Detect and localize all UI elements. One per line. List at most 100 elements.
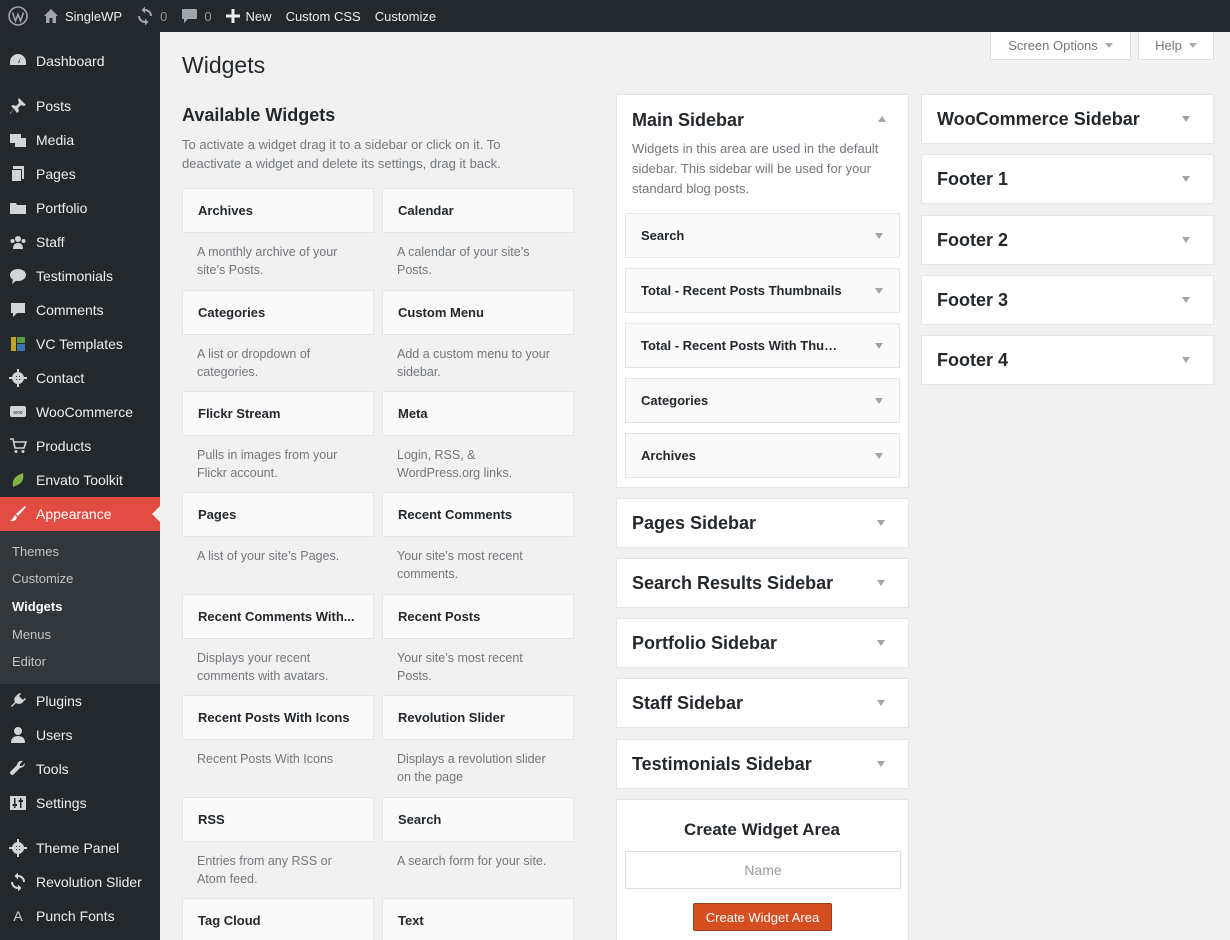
menu-item-products[interactable]: Products — [0, 429, 160, 463]
sidebar-woocommerce-sidebar[interactable]: WooCommerce Sidebar — [921, 94, 1214, 144]
menu-item-posts[interactable]: Posts — [0, 89, 160, 123]
widget-calendar[interactable]: Calendar A calendar of your site’s Posts. — [382, 188, 574, 279]
expand-arrow-icon[interactable] — [877, 700, 885, 706]
widget-flickr-stream[interactable]: Flickr Stream Pulls in images from your F… — [182, 391, 374, 482]
expand-arrow-icon[interactable] — [877, 761, 885, 767]
expand-arrow-icon[interactable] — [877, 580, 885, 586]
expand-arrow-icon[interactable] — [875, 288, 883, 294]
sidebar-staff-sidebar[interactable]: Staff Sidebar — [616, 678, 909, 728]
expand-arrow-icon[interactable] — [1182, 237, 1190, 243]
expand-arrow-icon[interactable] — [1182, 357, 1190, 363]
expand-arrow-icon[interactable] — [875, 398, 883, 404]
expand-arrow-icon[interactable] — [875, 233, 883, 239]
main-sidebar-title[interactable]: Main Sidebar — [632, 110, 744, 131]
submenu-item-menus[interactable]: Menus — [12, 627, 51, 642]
wordpress-logo-icon[interactable] — [0, 0, 36, 32]
menu-item-envato-toolkit[interactable]: Envato Toolkit — [0, 463, 160, 497]
sidebar-testimonials-sidebar[interactable]: Testimonials Sidebar — [616, 739, 909, 789]
widget-title[interactable]: Recent Comments — [382, 492, 574, 537]
help-button[interactable]: Help — [1138, 32, 1214, 60]
widget-search[interactable]: Search A search form for your site. — [382, 797, 574, 870]
sidebar-search-results-sidebar[interactable]: Search Results Sidebar — [616, 558, 909, 608]
widget-tag-cloud[interactable]: Tag Cloud — [182, 898, 374, 940]
menu-item-plugins[interactable]: Plugins — [0, 684, 160, 718]
widget-meta[interactable]: Meta Login, RSS, & WordPress.org links. — [382, 391, 574, 482]
menu-item-woocommerce[interactable]: woo WooCommerce — [0, 395, 160, 429]
widget-title[interactable]: Custom Menu — [382, 290, 574, 335]
menu-item-theme-panel[interactable]: Theme Panel — [0, 831, 160, 865]
sidebar-title[interactable]: Footer 1 — [937, 169, 1008, 190]
widget-recent-comments[interactable]: Recent Comments Your site’s most recent c… — [382, 492, 574, 583]
new-content-link[interactable]: New — [219, 0, 279, 32]
menu-item-vc-templates[interactable]: VC Templates — [0, 327, 160, 361]
widget-pages[interactable]: Pages A list of your site’s Pages. — [182, 492, 374, 565]
widget-recent-comments-with[interactable]: Recent Comments With... Displays your rec… — [182, 594, 374, 685]
widget-text[interactable]: Text — [382, 898, 574, 940]
widget-title[interactable]: Recent Posts — [382, 594, 574, 639]
expand-arrow-icon[interactable] — [875, 453, 883, 459]
comments-link[interactable]: 0 — [174, 0, 218, 32]
sidebar-title[interactable]: Staff Sidebar — [632, 693, 743, 714]
menu-item-revolution-slider[interactable]: Revolution Slider — [0, 865, 160, 899]
sidebar-footer-4[interactable]: Footer 4 — [921, 335, 1214, 385]
widget-title[interactable]: Recent Posts With Icons — [182, 695, 374, 740]
sidebar-title[interactable]: Pages Sidebar — [632, 513, 756, 534]
widget-custom-menu[interactable]: Custom Menu Add a custom menu to your sid… — [382, 290, 574, 381]
widget-title[interactable]: Archives — [182, 188, 374, 233]
sidebar-widget-total-recent-posts-with-thumbnails[interactable]: Total - Recent Posts With Thumbnails — [625, 323, 900, 368]
sidebar-title[interactable]: Testimonials Sidebar — [632, 754, 812, 775]
widget-archives[interactable]: Archives A monthly archive of your site’s… — [182, 188, 374, 279]
sidebar-pages-sidebar[interactable]: Pages Sidebar — [616, 498, 909, 548]
expand-arrow-icon[interactable] — [877, 520, 885, 526]
menu-item-portfolio[interactable]: Portfolio — [0, 191, 160, 225]
menu-item-comments[interactable]: Comments — [0, 293, 160, 327]
menu-item-pages[interactable]: Pages — [0, 157, 160, 191]
expand-arrow-icon[interactable] — [1182, 176, 1190, 182]
widget-title[interactable]: Categories — [182, 290, 374, 335]
sidebar-title[interactable]: Footer 2 — [937, 230, 1008, 251]
widget-rss[interactable]: RSS Entries from any RSS or Atom feed. — [182, 797, 374, 888]
menu-item-staff[interactable]: Staff — [0, 225, 160, 259]
menu-item-settings[interactable]: Settings — [0, 786, 160, 820]
expand-arrow-icon[interactable] — [1182, 297, 1190, 303]
submenu-item-customize[interactable]: Customize — [12, 571, 73, 586]
widget-title[interactable]: Flickr Stream — [182, 391, 374, 436]
sidebar-title[interactable]: Footer 4 — [937, 350, 1008, 371]
widget-recent-posts[interactable]: Recent Posts Your site’s most recent Post… — [382, 594, 574, 685]
screen-options-button[interactable]: Screen Options — [990, 32, 1131, 60]
widget-title[interactable]: RSS — [182, 797, 374, 842]
sidebar-title[interactable]: WooCommerce Sidebar — [937, 109, 1140, 130]
menu-item-users[interactable]: Users — [0, 718, 160, 752]
sidebar-title[interactable]: Portfolio Sidebar — [632, 633, 777, 654]
sidebar-portfolio-sidebar[interactable]: Portfolio Sidebar — [616, 618, 909, 668]
custom-css-link[interactable]: Custom CSS — [279, 0, 368, 32]
submenu-item-widgets[interactable]: Widgets — [12, 599, 62, 614]
widget-title[interactable]: Revolution Slider — [382, 695, 574, 740]
submenu-item-editor[interactable]: Editor — [12, 654, 46, 669]
widget-title[interactable]: Tag Cloud — [182, 898, 374, 940]
menu-item-contact[interactable]: Contact — [0, 361, 160, 395]
sidebar-widget-archives[interactable]: Archives — [625, 433, 900, 478]
expand-arrow-icon[interactable] — [1182, 116, 1190, 122]
widget-title[interactable]: Meta — [382, 391, 574, 436]
widget-area-name-input[interactable] — [625, 851, 901, 889]
expand-arrow-icon[interactable] — [877, 640, 885, 646]
menu-item-testimonials[interactable]: Testimonials — [0, 259, 160, 293]
submenu-item-themes[interactable]: Themes — [12, 544, 59, 559]
sidebar-title[interactable]: Footer 3 — [937, 290, 1008, 311]
sidebar-widget-categories[interactable]: Categories — [625, 378, 900, 423]
sidebar-widget-search[interactable]: Search — [625, 213, 900, 258]
widget-title[interactable]: Calendar — [382, 188, 574, 233]
collapse-arrow-icon[interactable] — [878, 116, 886, 122]
menu-item-media[interactable]: Media — [0, 123, 160, 157]
widget-title[interactable]: Recent Comments With... — [182, 594, 374, 639]
sidebar-footer-2[interactable]: Footer 2 — [921, 215, 1214, 265]
widget-title[interactable]: Pages — [182, 492, 374, 537]
widget-title[interactable]: Search — [382, 797, 574, 842]
menu-item-punch-fonts[interactable]: A Punch Fonts — [0, 899, 160, 933]
sidebar-footer-1[interactable]: Footer 1 — [921, 154, 1214, 204]
menu-item-dashboard[interactable]: Dashboard — [0, 44, 160, 78]
menu-item-tools[interactable]: Tools — [0, 752, 160, 786]
create-widget-area-button[interactable]: Create Widget Area — [693, 903, 832, 931]
widget-revolution-slider[interactable]: Revolution Slider Displays a revolution s… — [382, 695, 574, 786]
